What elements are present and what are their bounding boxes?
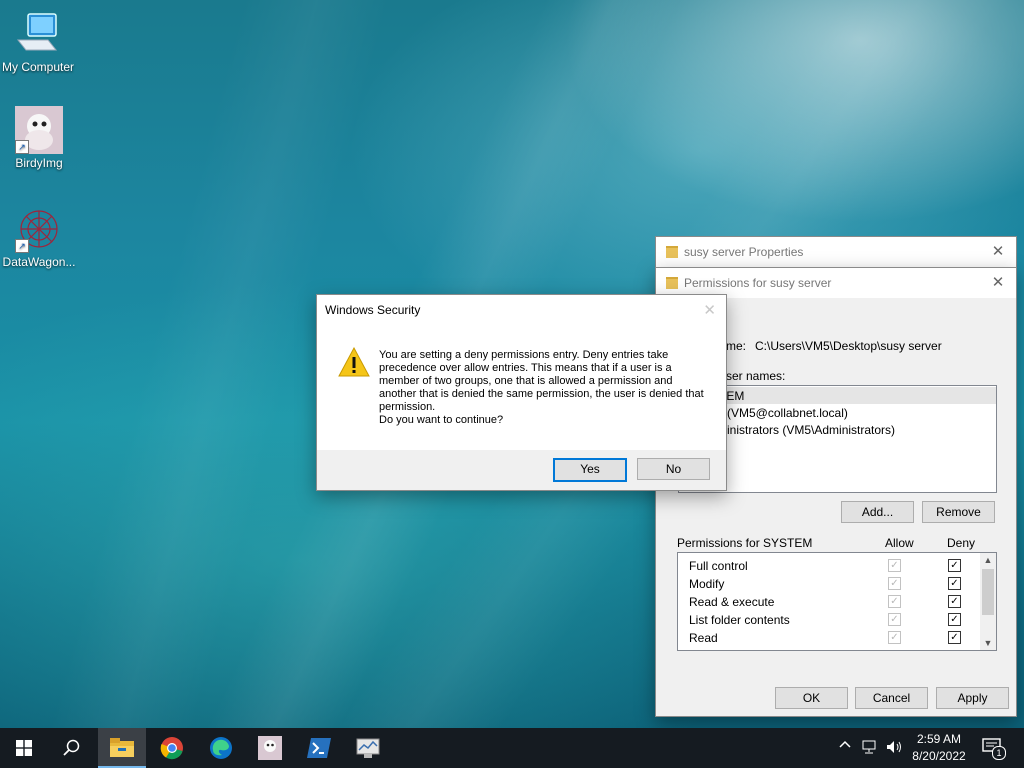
deny-checkbox[interactable]: ✓ [948, 613, 961, 626]
dialog-button-bar: Yes No [317, 450, 726, 490]
object-name-value: C:\Users\VM5\Desktop\susy server [755, 339, 942, 353]
allow-checkbox[interactable]: ✓ [888, 559, 901, 572]
apply-button[interactable]: Apply [936, 687, 1009, 709]
remove-button[interactable]: Remove [922, 501, 995, 523]
scroll-thumb[interactable] [982, 569, 994, 615]
permission-name: Read [689, 631, 718, 645]
yes-button[interactable]: Yes [553, 458, 627, 482]
permission-row: Modify ✓ ✓ [678, 575, 978, 593]
powershell-icon[interactable] [295, 728, 343, 768]
desktop-icon-label: DataWagon... [2, 255, 76, 269]
folder-icon [666, 277, 678, 289]
clock-time: 2:59 AM [916, 732, 962, 746]
permissions-close-button[interactable]: ✕ [990, 268, 1006, 298]
properties-title: susy server Properties [684, 245, 804, 259]
tray-chevron-icon[interactable] [838, 738, 852, 755]
group-names-label: ser names: [726, 369, 786, 383]
shortcut-arrow-icon: ↗ [15, 239, 29, 253]
security-dialog: Windows Security ✕ You are setting a den… [316, 294, 727, 491]
clock[interactable]: 2:59 AM 8/20/2022 [906, 731, 972, 765]
taskbar: 2:59 AM 8/20/2022 1 [0, 728, 1024, 768]
start-icon[interactable] [0, 728, 48, 768]
scrollbar[interactable]: ▲ ▼ [980, 553, 996, 650]
clock-date: 8/20/2022 [912, 749, 966, 763]
permissions-title: Permissions for susy server [684, 276, 832, 290]
birdyimg-icon[interactable] [246, 728, 294, 768]
deny-checkbox[interactable]: ✓ [948, 595, 961, 608]
computer-icon [14, 10, 62, 58]
permission-row: Read ✓ ✓ [678, 629, 978, 647]
add-button[interactable]: Add... [841, 501, 914, 523]
desktop-icon-label: My Computer [1, 60, 75, 74]
chrome-icon[interactable] [148, 728, 196, 768]
allow-checkbox[interactable]: ✓ [888, 595, 901, 608]
permissions-list: Full control ✓ ✓ Modify ✓ ✓ Read & execute ✓ ✓ Li… [677, 552, 997, 651]
allow-header: Allow [885, 536, 914, 550]
permissions-header: Permissions for SYSTEM [677, 536, 813, 550]
allow-checkbox[interactable]: ✓ [888, 631, 901, 644]
network-icon[interactable] [862, 740, 878, 757]
dialog-close-button[interactable]: ✕ [703, 301, 716, 319]
object-name-label: me: [726, 339, 747, 353]
edge-icon[interactable] [197, 728, 245, 768]
network-shortcut-icon: ↗ [15, 205, 63, 253]
desktop-icon-label: BirdyImg [15, 156, 63, 170]
desktop-icon-datawagon[interactable]: ↗ DataWagon... [1, 205, 77, 269]
deny-checkbox[interactable]: ✓ [948, 559, 961, 572]
allow-checkbox[interactable]: ✓ [888, 613, 901, 626]
no-button[interactable]: No [637, 458, 710, 480]
dialog-question: Do you want to continue? [379, 414, 504, 426]
desktop-icon-birdyimg[interactable]: ↗ BirdyImg [1, 106, 77, 170]
file-explorer-icon[interactable] [98, 728, 146, 768]
properties-window: susy server Properties ✕ [655, 236, 1017, 267]
permission-row: Read & execute ✓ ✓ [678, 593, 978, 611]
ok-button[interactable]: OK [775, 687, 848, 709]
deny-checkbox[interactable]: ✓ [948, 577, 961, 590]
scroll-up-icon[interactable]: ▲ [980, 553, 996, 567]
permission-row: Full control ✓ ✓ [678, 557, 978, 575]
dialog-message: You are setting a deny permissions entry… [379, 349, 704, 413]
allow-checkbox[interactable]: ✓ [888, 577, 901, 590]
deny-header: Deny [947, 536, 976, 550]
properties-titlebar[interactable]: susy server Properties ✕ [656, 237, 1016, 267]
permission-name: Read & execute [689, 595, 775, 609]
folder-icon [666, 246, 678, 258]
properties-close-button[interactable]: ✕ [990, 237, 1006, 267]
deny-checkbox[interactable]: ✓ [948, 631, 961, 644]
network-tool-icon[interactable] [344, 728, 392, 768]
dialog-title: Windows Security [325, 303, 421, 317]
image-shortcut-icon: ↗ [15, 106, 63, 154]
search-icon[interactable] [48, 728, 96, 768]
scroll-down-icon[interactable]: ▼ [980, 636, 996, 650]
permission-name: Full control [689, 559, 748, 573]
notification-icon[interactable]: 1 [982, 738, 1006, 760]
volume-icon[interactable] [886, 740, 904, 757]
permission-row: List folder contents ✓ ✓ [678, 611, 978, 629]
permission-name: List folder contents [689, 613, 790, 627]
shortcut-arrow-icon: ↗ [15, 140, 29, 154]
permission-name: Modify [689, 577, 725, 591]
desktop-icon-my-computer[interactable]: My Computer [0, 10, 76, 74]
notification-count: 1 [992, 746, 1006, 760]
warning-icon [338, 346, 370, 377]
cancel-button[interactable]: Cancel [855, 687, 928, 709]
